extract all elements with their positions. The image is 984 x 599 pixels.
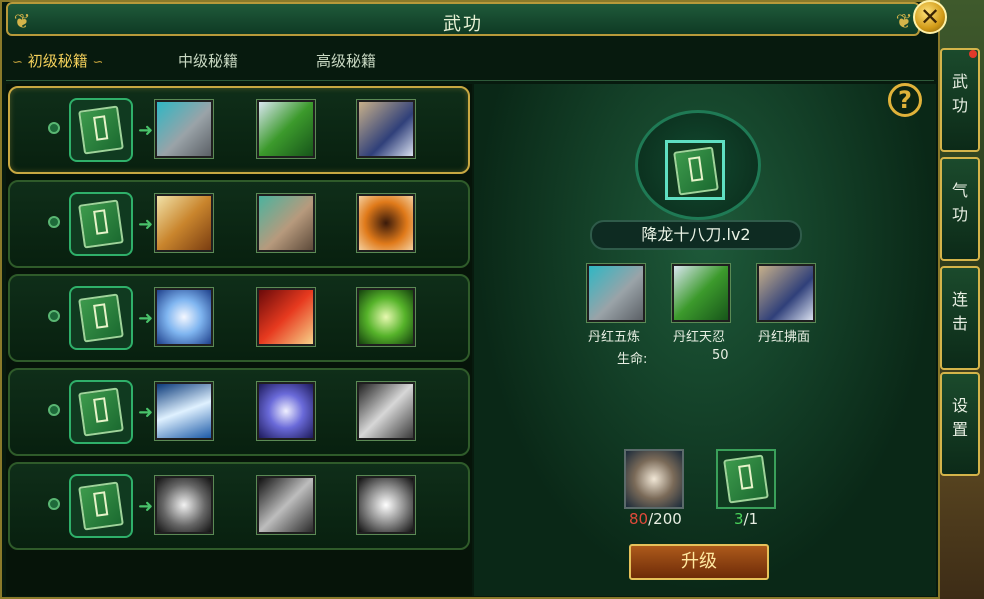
side-tab-combo[interactable]: 连击 [940,266,980,370]
arrow-right-icon: ➜ [138,308,154,329]
tab-label: 高级秘籍 [316,52,377,70]
wind-sword-icon[interactable] [756,263,816,323]
purple-star-icon[interactable] [256,381,316,441]
blue-wave-icon[interactable] [154,381,214,441]
green-blade-icon[interactable] [256,99,316,159]
stone-fist-icon[interactable] [154,99,214,159]
tab-bar: ∽ 初级秘籍 ∽ 中级秘籍 高级秘籍 [6,42,471,78]
tab-label: 中级秘籍 [178,52,239,70]
skill-row[interactable]: ➜ [8,462,470,550]
stat-value: 50 [712,348,729,363]
side-tab-qigong[interactable]: 气功 [940,157,980,261]
arrow-right-icon: ➜ [138,214,154,235]
white-knot-icon[interactable] [154,475,214,535]
skill-row[interactable]: ➜ [8,368,470,456]
white-rune-icon[interactable] [356,381,416,441]
tab-ornament-icon: ∽ [12,55,23,70]
row-dot-icon [48,404,60,416]
ornament-right-icon: ❦ [895,9,913,33]
skill-row[interactable]: ➜ [8,180,470,268]
green-swirl-icon[interactable] [356,287,416,347]
notification-dot-icon [969,50,977,58]
cost-have: 80 [629,510,649,528]
help-icon[interactable]: ? [888,83,922,117]
stat-label: 生命: [617,352,648,367]
sub-skill-label: 丹红天忍 [673,330,726,345]
skill-row[interactable]: ➜ [8,86,470,174]
cost-have: 3 [734,510,744,528]
sub-skill-label: 丹红拂面 [758,330,811,345]
skill-row[interactable]: ➜ [8,274,470,362]
game-ui: ❦ 武功 ❦ ✕ ∽ 初级秘籍 ∽ 中级秘籍 高级秘籍 ➜ ➜ ➜ ➜ ➜ ? … [0,0,984,599]
shatter-icon[interactable] [356,475,416,535]
arrow-right-icon: ➜ [138,402,154,423]
arrow-right-icon: ➜ [138,120,154,141]
cost-quantity: 80/200 [629,510,682,528]
tab-label: 初级秘籍 [27,52,88,70]
window-title: 武功 [443,14,483,35]
side-tab-settings[interactable]: 设置 [940,372,980,476]
red-slash-icon[interactable] [256,287,316,347]
row-dot-icon [48,122,60,134]
book-icon[interactable] [69,98,133,162]
book-icon[interactable] [69,286,133,350]
skill-book-list: ➜ ➜ ➜ ➜ ➜ [6,84,472,596]
scroll-fragment-icon[interactable] [624,449,684,509]
book-icon [665,140,725,200]
tab-ornament-icon: ∽ [92,55,104,70]
row-dot-icon [48,310,60,322]
cost-need: /200 [648,510,682,528]
title-bar: ❦ 武功 ❦ [6,2,920,36]
fire-swirl-icon[interactable] [356,193,416,253]
book-icon[interactable] [69,380,133,444]
skill-name: 降龙十八刀.lv2 [590,220,802,250]
divider [6,80,934,81]
row-dot-icon [48,216,60,228]
cost-quantity: 3/1 [734,510,758,528]
stone-fist-icon[interactable] [586,263,646,323]
cost-need: /1 [743,510,759,528]
book-icon[interactable] [716,449,776,509]
row-dot-icon [48,498,60,510]
side-tab-skills[interactable]: 武功 [940,48,980,152]
book-icon[interactable] [69,474,133,538]
arrow-right-icon: ➜ [138,496,154,517]
green-blade-icon[interactable] [671,263,731,323]
silver-bird-icon[interactable] [256,475,316,535]
stone-claw-icon[interactable] [256,193,316,253]
blue-spirit-icon[interactable] [154,287,214,347]
golden-helm-icon[interactable] [154,193,214,253]
sub-skill-label: 丹红五炼 [588,330,641,345]
upgrade-button[interactable]: 升级 [629,544,769,580]
close-icon[interactable]: ✕ [913,0,947,34]
book-icon[interactable] [69,192,133,256]
tab-advanced[interactable]: 高级秘籍 [316,50,376,71]
tab-intermediate[interactable]: 中级秘籍 [178,50,238,71]
tab-basic[interactable]: ∽ 初级秘籍 ∽ [12,50,103,71]
wind-sword-icon[interactable] [356,99,416,159]
